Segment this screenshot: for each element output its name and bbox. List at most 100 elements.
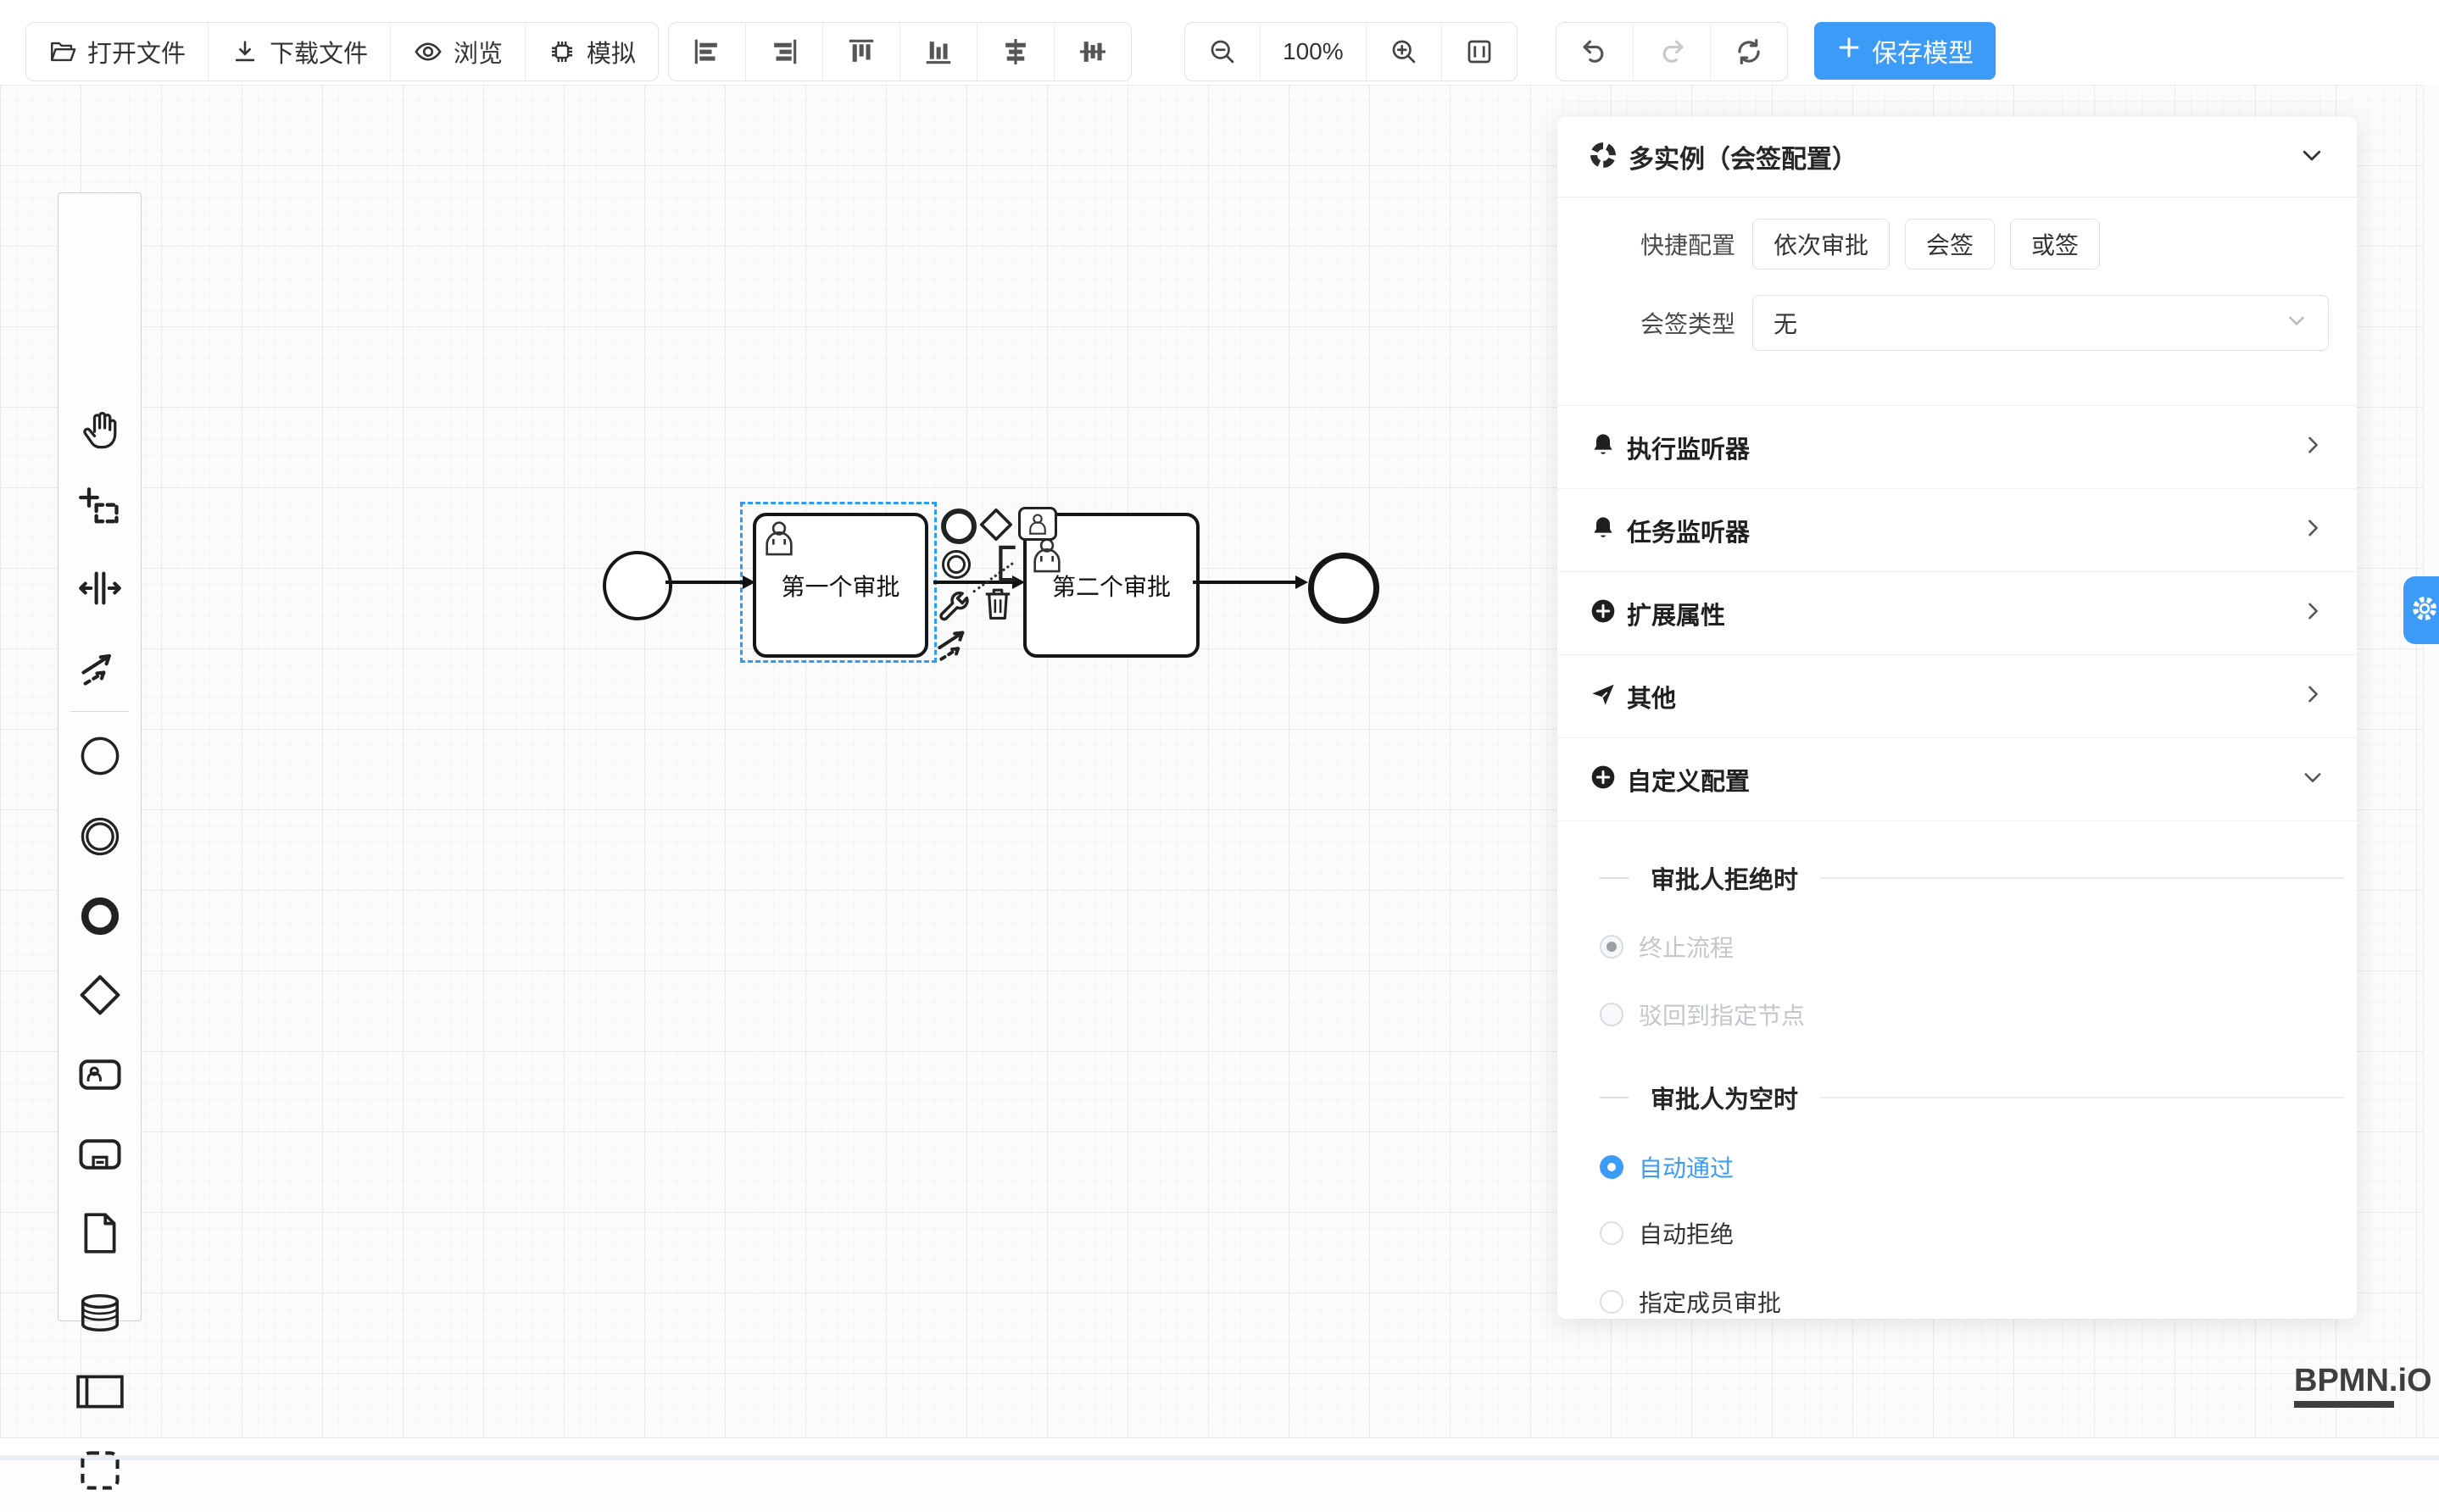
chevron-right-icon [2301, 516, 2325, 544]
radio-return-to-node[interactable]: 驳回到指定节点 [1600, 991, 1805, 1038]
vertical-scrollbar[interactable] [2423, 85, 2439, 1438]
lasso-tool[interactable] [58, 470, 141, 550]
panel-header[interactable]: 多实例（会签配置） [1557, 117, 2357, 197]
align-center-horizontal-button[interactable] [977, 23, 1055, 81]
contextpad-text-annotation[interactable] [999, 544, 1019, 587]
radio-auto-pass[interactable]: 自动通过 [1600, 1143, 1734, 1191]
panel-sections: 执行监听器 任务监听器 扩展属性 [1557, 405, 2357, 821]
redo-icon [1656, 36, 1688, 68]
section-task-listener[interactable]: 任务监听器 [1557, 488, 2357, 571]
create-subprocess[interactable] [58, 1116, 141, 1196]
create-group[interactable] [58, 1432, 141, 1512]
panel-toggle-tab[interactable] [2403, 576, 2439, 644]
contextpad-connect-icon[interactable] [934, 622, 977, 670]
hand-icon [78, 408, 122, 456]
global-connect-tool[interactable] [58, 629, 141, 709]
create-participant[interactable] [58, 1354, 141, 1433]
create-intermediate-event[interactable] [58, 798, 141, 878]
radio-icon [1600, 1003, 1623, 1026]
section-execution-listener[interactable]: 执行监听器 [1557, 405, 2357, 488]
radio-terminate-process[interactable]: 终止流程 [1600, 923, 1734, 970]
bpmn-io-logo[interactable]: BPMN.iO [2294, 1363, 2432, 1408]
start-event[interactable] [603, 551, 672, 620]
palette [58, 192, 142, 1321]
zoom-level[interactable]: 100% [1261, 23, 1367, 81]
panel-title: 多实例（会签配置） [1629, 138, 2299, 175]
sign-type-value: 无 [1774, 306, 2286, 340]
contextpad-append-intermediate-event[interactable] [942, 550, 971, 579]
sign-type-select[interactable]: 无 [1752, 295, 2329, 351]
radio-assign-member[interactable]: 指定成员审批 [1600, 1278, 1781, 1326]
sequence-flow[interactable] [665, 581, 744, 584]
redo-button[interactable] [1634, 23, 1711, 81]
simulate-button[interactable]: 模拟 [526, 23, 658, 81]
radio-label: 驳回到指定节点 [1639, 998, 1805, 1031]
contextpad-append-gateway[interactable] [977, 505, 1016, 548]
section-label: 扩展属性 [1627, 596, 2301, 631]
zoom-out-icon [1207, 36, 1238, 67]
open-file-button[interactable]: 打开文件 [26, 23, 209, 81]
align-bottom-button[interactable] [900, 23, 977, 81]
section-other[interactable]: 其他 [1557, 654, 2357, 737]
section-custom-config[interactable]: 自定义配置 [1557, 737, 2357, 821]
radio-label: 自动拒绝 [1639, 1216, 1734, 1250]
bell-icon [1590, 431, 1617, 463]
quick-option-sequential[interactable]: 依次审批 [1752, 219, 1890, 270]
sign-type-label: 会签类型 [1590, 306, 1735, 340]
space-tool[interactable] [58, 550, 141, 630]
radio-auto-reject[interactable]: 自动拒绝 [1600, 1209, 1734, 1257]
preview-button[interactable]: 浏览 [391, 23, 526, 81]
section-label: 其他 [1627, 679, 2301, 714]
sign-type-row: 会签类型 无 [1557, 295, 2357, 351]
fit-viewport-button[interactable] [1442, 23, 1517, 81]
contextpad-append-user-task[interactable] [1018, 507, 1057, 541]
contextpad-append-end-event[interactable] [941, 509, 977, 544]
chip-icon [548, 37, 576, 66]
create-end-event[interactable] [58, 878, 141, 958]
reset-button[interactable] [1711, 23, 1787, 81]
chevron-down-icon[interactable] [2299, 142, 2325, 172]
zoom-out-button[interactable] [1185, 23, 1261, 81]
open-file-label: 打开文件 [87, 34, 186, 69]
save-model-button[interactable]: 保存模型 [1814, 22, 1996, 80]
chevron-right-icon [2301, 599, 2325, 627]
group-header-reject: 审批人拒绝时 [1600, 848, 2344, 909]
contextpad-delete-icon[interactable] [982, 583, 1014, 628]
gateway-icon [77, 972, 123, 1022]
create-data-store[interactable] [58, 1275, 141, 1354]
user-marker-icon [761, 519, 797, 562]
radio-label: 指定成员审批 [1639, 1285, 1781, 1319]
bell-icon [1590, 514, 1617, 546]
create-data-object[interactable] [58, 1195, 141, 1275]
horizontal-scrollbar[interactable] [0, 1437, 2439, 1460]
section-extension-properties[interactable]: 扩展属性 [1557, 571, 2357, 654]
gear-icon [2410, 594, 2439, 627]
align-left-button[interactable] [669, 23, 746, 81]
radio-icon [1600, 1290, 1623, 1314]
create-start-event[interactable] [58, 718, 141, 798]
download-file-button[interactable]: 下载文件 [209, 23, 391, 81]
section-label: 自定义配置 [1627, 762, 2301, 798]
quick-option-orsign[interactable]: 或签 [2010, 219, 2100, 270]
file-button-group: 打开文件 下载文件 浏览 模拟 [25, 22, 659, 81]
end-event[interactable] [1308, 553, 1379, 624]
create-user-task[interactable] [58, 1037, 141, 1116]
undo-button[interactable] [1556, 23, 1634, 81]
properties-panel: 多实例（会签配置） 快捷配置 依次审批 会签 或签 会签类型 无 执行监听器 [1557, 117, 2357, 1319]
end-event-icon [78, 894, 122, 942]
zoom-in-button[interactable] [1367, 23, 1442, 81]
sequence-flow[interactable] [1193, 581, 1298, 584]
radio-label: 自动通过 [1639, 1150, 1734, 1184]
align-right-button[interactable] [746, 23, 823, 81]
data-object-icon [79, 1210, 121, 1260]
hand-tool[interactable] [58, 392, 141, 471]
select-chevron-icon [2286, 309, 2308, 337]
quick-option-countersign[interactable]: 会签 [1905, 219, 1995, 270]
align-center-vertical-button[interactable] [1055, 23, 1131, 81]
zoom-button-group: 100% [1184, 22, 1517, 81]
plus-circle-icon [1590, 764, 1617, 795]
align-bottom-icon [922, 36, 955, 68]
align-top-button[interactable] [823, 23, 900, 81]
create-gateway[interactable] [58, 957, 141, 1037]
toolbar: 打开文件 下载文件 浏览 模拟 [0, 0, 2439, 85]
